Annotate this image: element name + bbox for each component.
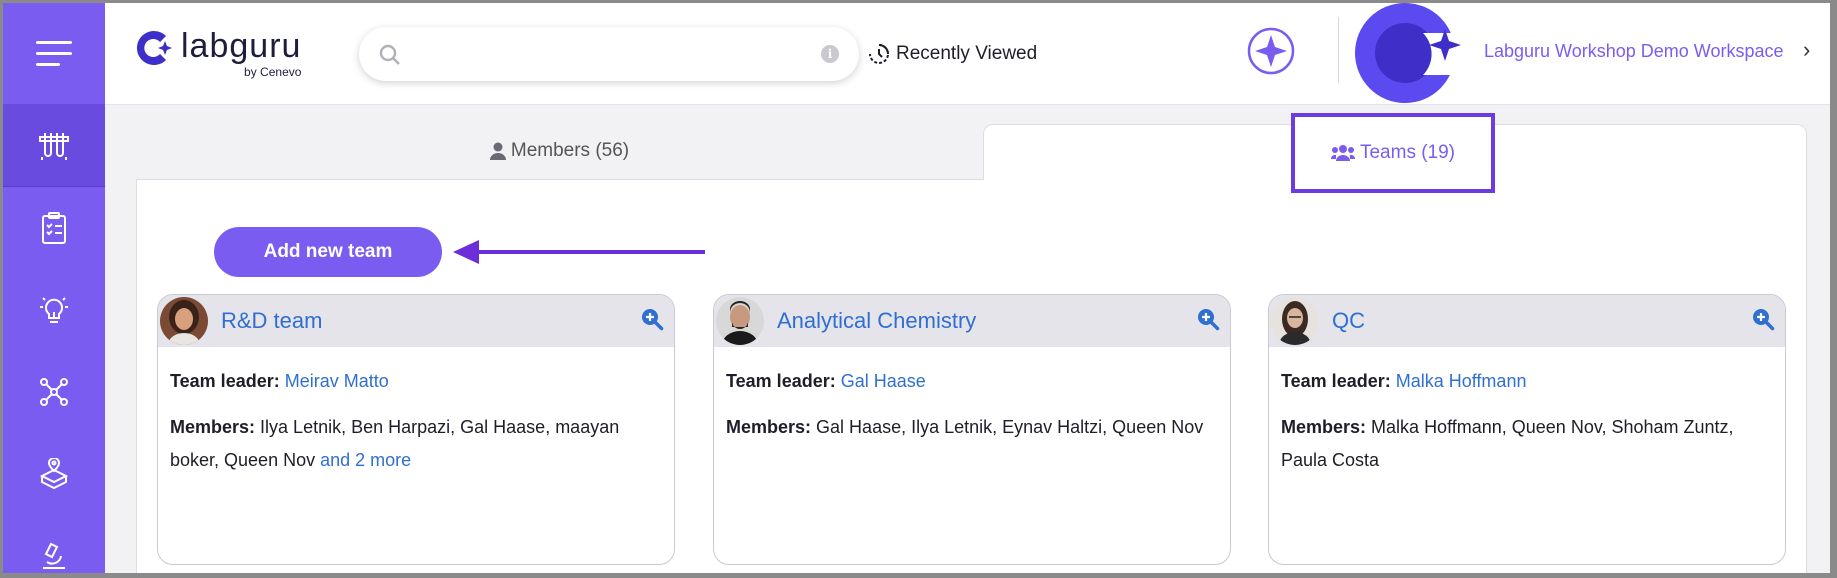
team-card-header: R&D team — [158, 295, 674, 347]
add-new-team-button[interactable]: Add new team — [214, 227, 442, 277]
lightbulb-icon — [40, 297, 68, 323]
team-leader-link[interactable]: Meirav Matto — [285, 371, 389, 391]
menu-button[interactable] — [3, 3, 105, 105]
sidebar-item-network[interactable] — [3, 351, 105, 433]
menu-icon — [36, 40, 72, 66]
team-card-header: Analytical Chemistry — [714, 295, 1230, 347]
team-card-body: Team leader: Gal Haase Members: Gal Haas… — [714, 347, 1230, 444]
search-box: i — [359, 27, 859, 81]
tab-members-label: Members (56) — [510, 140, 630, 161]
sparkle-icon — [1255, 35, 1287, 67]
tab-teams-label: Teams (19) — [1359, 142, 1456, 163]
team-name[interactable]: R&D team — [221, 308, 322, 334]
clipboard-checklist-icon — [42, 212, 66, 244]
zoom-in-icon[interactable] — [1751, 307, 1775, 331]
sidebar-item-ideas[interactable] — [3, 269, 105, 351]
members-list: Gal Haase, Ilya Letnik, Eynav Haltzi, Qu… — [816, 417, 1204, 437]
members-label: Members: — [1281, 417, 1367, 437]
members-label: Members: — [726, 417, 812, 437]
team-card: Analytical Chemistry Team leader: Gal Ha… — [713, 294, 1231, 565]
team-card-body: Team leader: Meirav Matto Members: Ilya … — [158, 347, 674, 477]
recently-viewed-button[interactable]: Recently Viewed — [868, 43, 1037, 65]
zoom-in-icon[interactable] — [1196, 307, 1220, 331]
panel-top-border — [136, 179, 984, 180]
history-clock-icon — [869, 44, 889, 64]
team-leader-label: Team leader: — [1281, 371, 1391, 391]
sidebar-item-experiments[interactable] — [3, 105, 105, 187]
top-header: labguru by Cenevo i Recently Viewed Labg… — [105, 3, 1830, 105]
team-card-body: Team leader: Malka Hoffmann Members: Mal… — [1269, 347, 1785, 477]
workspace-name[interactable]: Labguru Workshop Demo Workspace — [1484, 41, 1783, 62]
users-group-icon — [1330, 145, 1355, 161]
team-leader-link[interactable]: Malka Hoffmann — [1396, 371, 1527, 391]
workspace-logo[interactable] — [1355, 3, 1465, 105]
logo-byline: by Cenevo — [244, 65, 302, 79]
zoom-in-icon[interactable] — [640, 307, 664, 331]
search-input[interactable] — [411, 39, 801, 69]
microscope-icon — [43, 542, 65, 569]
avatar — [716, 297, 764, 345]
tab-teams[interactable]: Teams (19) — [1291, 113, 1495, 193]
labguru-logo[interactable]: labguru by Cenevo — [135, 29, 301, 79]
avatar — [1271, 297, 1319, 345]
app-frame: labguru by Cenevo i Recently Viewed Labg… — [3, 3, 1830, 573]
sidebar-item-tasks[interactable] — [3, 187, 105, 269]
more-members-link[interactable]: and 2 more — [320, 450, 411, 470]
avatar — [160, 297, 208, 345]
team-card-header: QC — [1269, 295, 1785, 347]
header-divider — [1338, 17, 1339, 83]
logo-wordmark: labguru — [181, 27, 302, 65]
box-pin-icon — [39, 458, 69, 490]
sidebar-item-equipment[interactable] — [3, 515, 105, 573]
recently-viewed-label: Recently Viewed — [896, 43, 1038, 64]
members-label: Members: — [170, 417, 256, 437]
ai-sparkle-button[interactable] — [1245, 25, 1297, 77]
info-icon[interactable]: i — [821, 45, 839, 63]
team-name[interactable]: QC — [1332, 308, 1365, 334]
team-leader-label: Team leader: — [170, 371, 280, 391]
sidebar-item-inventory[interactable] — [3, 433, 105, 515]
labguru-logo-icon — [136, 30, 172, 65]
chevron-right-icon[interactable]: › — [1803, 37, 1810, 63]
test-tubes-icon — [39, 132, 69, 160]
team-name[interactable]: Analytical Chemistry — [777, 308, 976, 334]
arrow-left-annotation — [453, 240, 705, 264]
team-card: R&D team Team leader: Meirav Matto Membe… — [157, 294, 675, 565]
user-icon — [489, 142, 506, 160]
team-leader-label: Team leader: — [726, 371, 836, 391]
team-leader-link[interactable]: Gal Haase — [841, 371, 926, 391]
tab-members[interactable]: Members (56) — [136, 123, 983, 179]
team-card: QC Team leader: Malka Hoffmann Members: … — [1268, 294, 1786, 565]
network-icon — [40, 378, 68, 406]
search-icon — [379, 44, 400, 65]
sidebar — [3, 3, 105, 573]
